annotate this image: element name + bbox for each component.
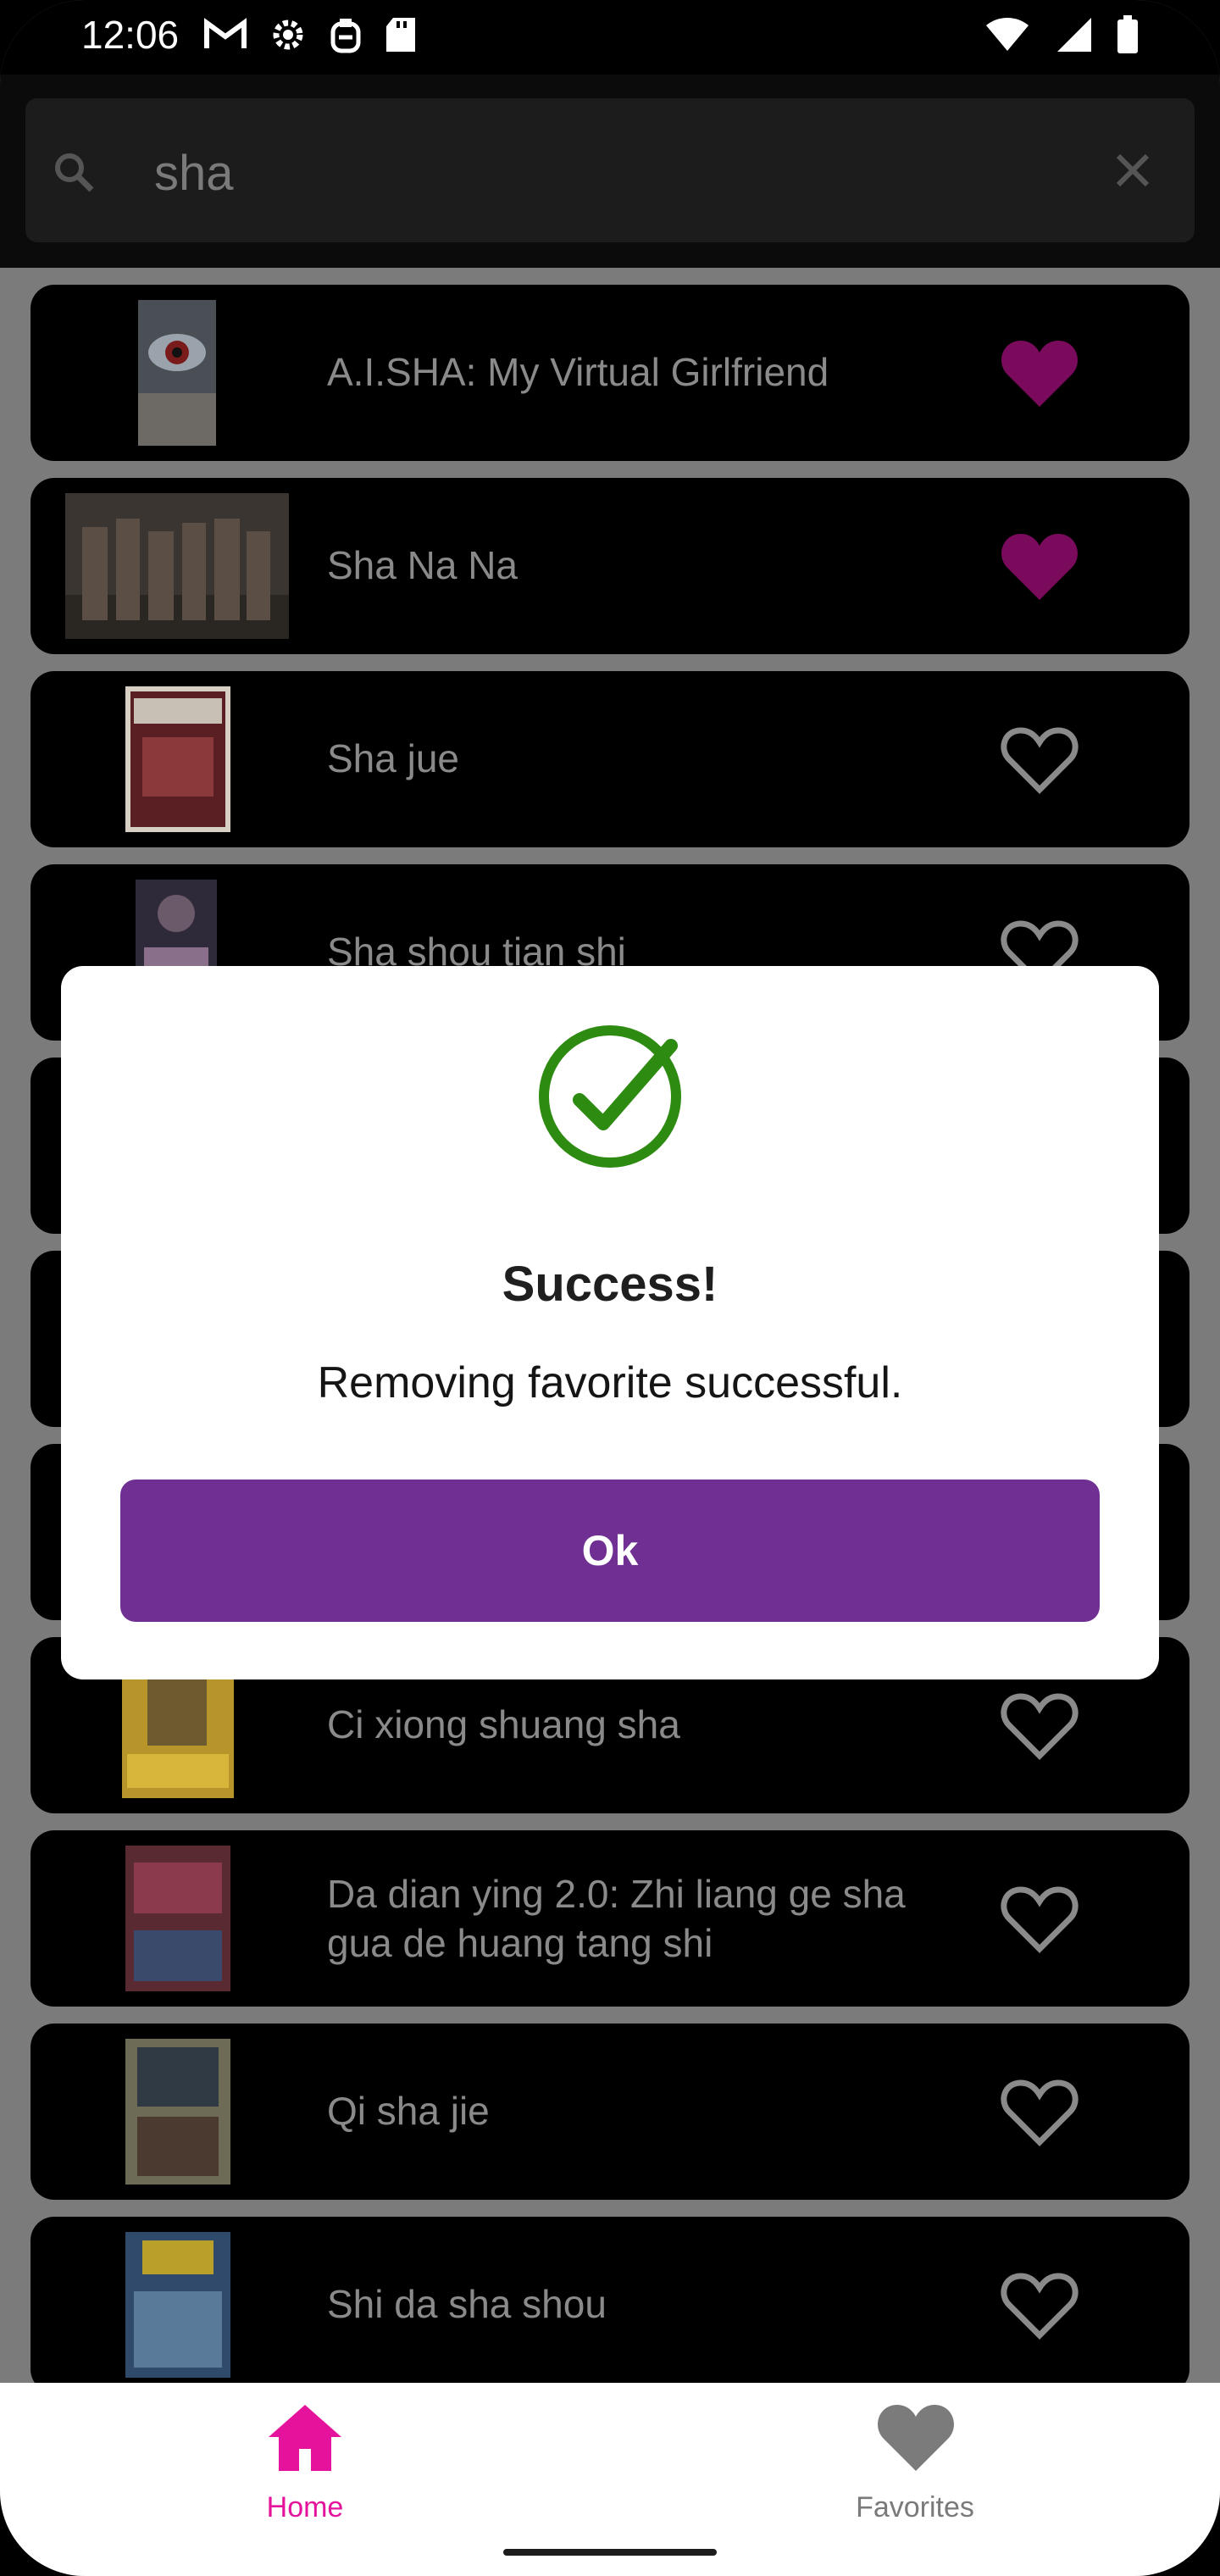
movie-poster [138, 300, 216, 446]
heart-icon [878, 2405, 954, 2471]
heart-filled-icon[interactable] [1001, 530, 1079, 602]
heart-outline-icon[interactable] [1001, 1690, 1079, 1761]
gmail-icon [204, 18, 247, 48]
heart-outline-icon[interactable] [1001, 724, 1079, 795]
status-bar: 12:06 [0, 0, 1220, 75]
clipboard-icon [330, 19, 361, 53]
battery-icon [1117, 15, 1138, 53]
system-icons [984, 15, 1139, 54]
search-input[interactable]: sha [154, 145, 234, 202]
movie-title: Sha Na Na [327, 543, 518, 587]
heart-outline-icon[interactable] [1001, 2076, 1079, 2147]
status-time: 12:06 [81, 13, 180, 57]
movie-poster [125, 1846, 230, 1991]
ok-button[interactable]: Ok [120, 1480, 1100, 1622]
list-item[interactable]: A.I.SHA: My Virtual Girlfriend [30, 285, 1190, 461]
signal-icon [1057, 18, 1091, 52]
list-item[interactable]: Qi sha jie [30, 2024, 1190, 2200]
sd-card-icon [386, 18, 415, 52]
wifi-icon [986, 18, 1029, 51]
movie-poster [125, 2039, 230, 2185]
dialog-title: Success! [502, 1257, 718, 1312]
movie-title: A.I.SHA: My Virtual Girlfriend [327, 350, 829, 394]
bottom-nav: Home Favorites [0, 2383, 1220, 2576]
list-item[interactable]: Sha Na Na [30, 478, 1190, 654]
heart-outline-icon[interactable] [1001, 2269, 1079, 2340]
nav-favorites[interactable]: Favorites [746, 2383, 1084, 2527]
nav-home-label: Home [266, 2491, 344, 2523]
list-item[interactable]: Shi da sha shou [30, 2217, 1190, 2393]
close-icon[interactable] [1113, 151, 1152, 190]
movie-title: Sha jue [327, 736, 460, 780]
heart-outline-icon[interactable] [1001, 1883, 1079, 1954]
check-circle-icon [539, 1025, 681, 1168]
app-screen: 12:06 sha A.I.SHA: My Virtual Girlfriend… [0, 0, 1220, 2576]
home-icon [269, 2405, 341, 2471]
search-icon [55, 153, 94, 192]
movie-title: Shi da sha shou [327, 2282, 607, 2326]
movie-title: Da dian ying 2.0: Zhi liang ge sha gua d… [327, 1872, 906, 1965]
movie-title: Ci xiong shuang sha [327, 1702, 680, 1746]
movie-title: Qi sha jie [327, 2089, 490, 2133]
list-item[interactable]: Sha jue [30, 671, 1190, 847]
heart-filled-icon[interactable] [1001, 337, 1079, 408]
settings-icon [273, 19, 303, 50]
list-item[interactable]: Da dian ying 2.0: Zhi liang ge sha gua d… [30, 1830, 1190, 2007]
movie-poster [65, 493, 289, 639]
success-dialog: Success! Removing favorite successful. O… [61, 966, 1159, 1679]
home-indicator[interactable] [503, 2549, 717, 2556]
movie-poster [125, 2232, 230, 2378]
search-area: sha [0, 75, 1220, 268]
notification-icons [203, 15, 417, 54]
dialog-message: Removing favorite successful. [317, 1358, 903, 1407]
movie-poster [125, 686, 230, 832]
nav-favorites-label: Favorites [856, 2491, 974, 2523]
search-bar[interactable]: sha [25, 98, 1195, 242]
nav-home[interactable]: Home [136, 2383, 474, 2527]
